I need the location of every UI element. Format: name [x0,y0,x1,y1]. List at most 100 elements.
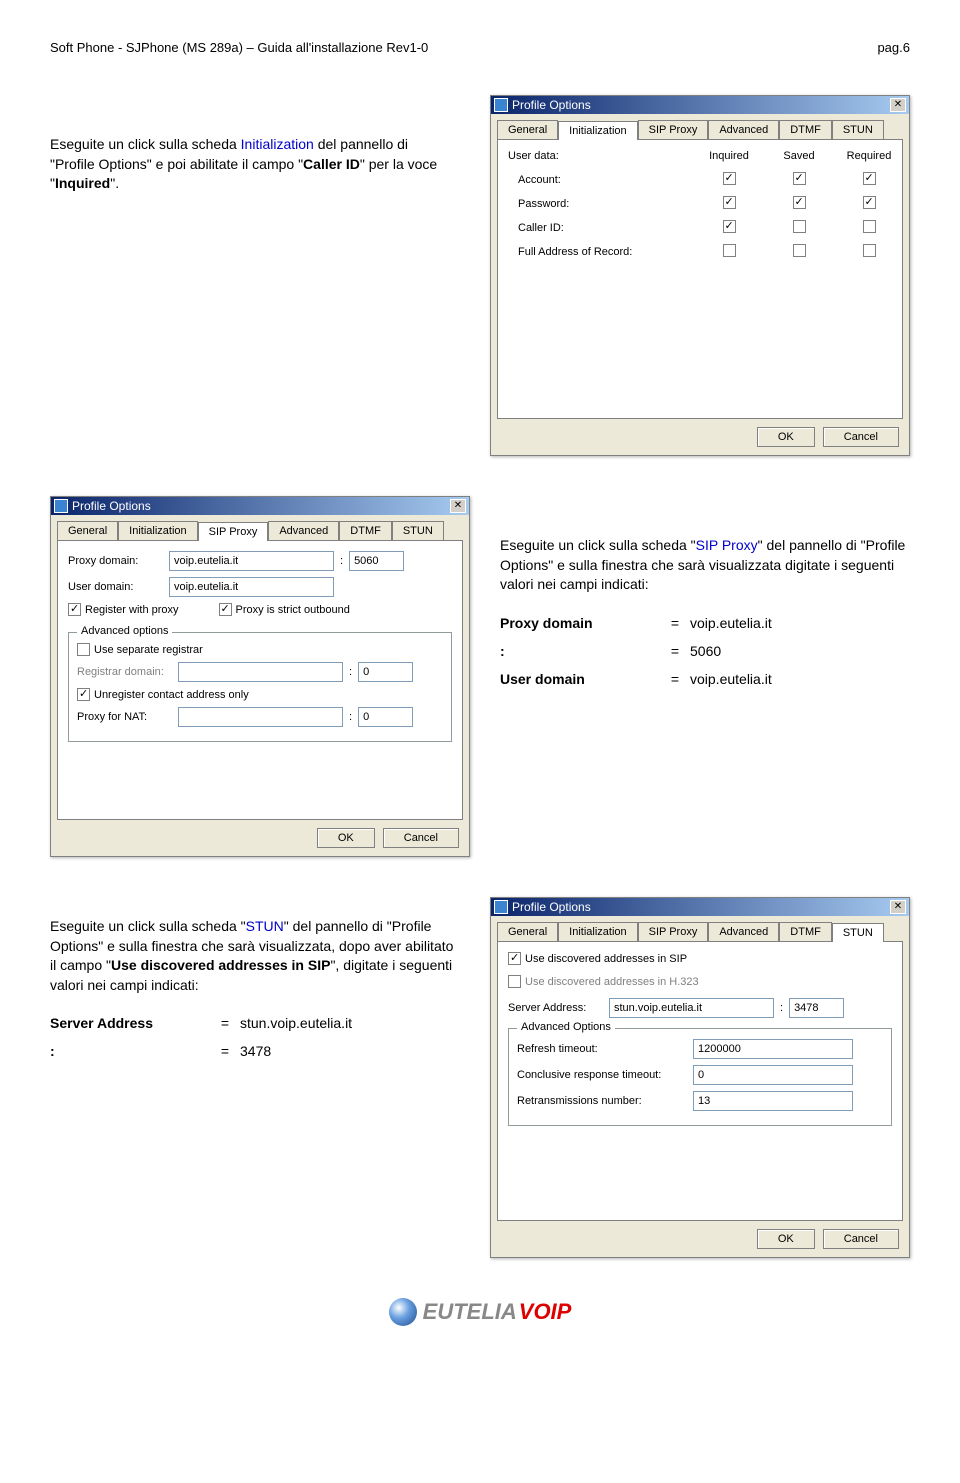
row-caller-id: Caller ID: [508,220,892,236]
header-left: Soft Phone - SJPhone (MS 289a) – Guida a… [50,40,428,55]
dialog-title: Profile Options [72,499,151,513]
proxy-for-nat-input[interactable] [178,707,343,727]
tab-general[interactable]: General [497,120,558,139]
registrar-domain-label: Registrar domain: [77,666,172,678]
checkbox-callerid-required[interactable] [863,220,876,233]
proxy-port-input[interactable] [349,551,404,571]
checkbox-account-required[interactable] [863,172,876,185]
checkbox-fulladdr-saved[interactable] [793,244,806,257]
tab-initialization[interactable]: Initialization [558,121,637,140]
user-domain-input[interactable] [169,577,334,597]
tab-stun[interactable]: STUN [392,521,444,540]
param-server-port: : = 3478 [50,1043,430,1059]
server-port-input[interactable] [789,998,844,1018]
tab-advanced[interactable]: Advanced [708,120,779,139]
profile-options-dialog-initialization: Profile Options ✕ General Initialization… [490,95,910,456]
server-address-label: Server Address: [508,1002,603,1014]
ok-button[interactable]: OK [317,828,375,848]
user-data-label: User data: [508,150,706,162]
checkbox-fulladdr-inquired[interactable] [723,244,736,257]
cancel-button[interactable]: Cancel [383,828,459,848]
app-icon [494,900,508,914]
tab-initialization[interactable]: Initialization [558,922,637,941]
param-user-domain: User domain = voip.eutelia.it [500,671,880,687]
advanced-options-legend: Advanced Options [517,1021,615,1033]
cancel-button[interactable]: Cancel [823,1229,899,1249]
tab-sip-proxy[interactable]: SIP Proxy [638,922,709,941]
registrar-port-input[interactable] [358,662,413,682]
globe-icon [389,1298,417,1326]
row-full-address: Full Address of Record: [508,244,892,260]
ok-button[interactable]: OK [757,1229,815,1249]
close-icon[interactable]: ✕ [890,98,906,112]
checkbox-use-sip[interactable] [508,952,521,965]
checkbox-password-saved[interactable] [793,196,806,209]
close-icon[interactable]: ✕ [890,900,906,914]
conclusive-timeout-input[interactable] [693,1065,853,1085]
retransmissions-input[interactable] [693,1091,853,1111]
tab-stun[interactable]: STUN [832,120,884,139]
checkbox-use-separate-registrar[interactable] [77,643,90,656]
server-address-input[interactable] [609,998,774,1018]
col-saved: Saved [776,150,822,162]
checkbox-register-with-proxy[interactable] [68,603,81,616]
app-icon [494,98,508,112]
tabstrip: General Initialization SIP Proxy Advance… [491,114,909,139]
user-domain-label: User domain: [68,581,163,593]
close-icon[interactable]: ✕ [450,499,466,513]
header-right: pag.6 [877,40,910,55]
app-icon [54,499,68,513]
checkbox-strict-outbound[interactable] [219,603,232,616]
paragraph-sip-proxy: Eseguite un click sulla scheda "SIP Prox… [500,536,910,595]
tab-general[interactable]: General [497,922,558,941]
ok-button[interactable]: OK [757,427,815,447]
footer-logo: EUTELIAVOIP [50,1298,910,1329]
link-sip-proxy: SIP Proxy [696,537,758,553]
tab-stun[interactable]: STUN [832,923,884,942]
tab-dtmf[interactable]: DTMF [779,120,832,139]
proxy-port-label: : [340,555,343,567]
checkbox-account-saved[interactable] [793,172,806,185]
tab-advanced[interactable]: Advanced [268,521,339,540]
col-inquired: Inquired [706,150,752,162]
profile-options-dialog-stun: Profile Options ✕ General Initialization… [490,897,910,1258]
profile-options-dialog-sip-proxy: Profile Options ✕ General Initialization… [50,496,470,857]
tab-general[interactable]: General [57,521,118,540]
tab-advanced[interactable]: Advanced [708,922,779,941]
param-server-address: Server Address = stun.voip.eutelia.it [50,1015,430,1031]
checkbox-account-inquired[interactable] [723,172,736,185]
proxy-domain-input[interactable] [169,551,334,571]
tab-dtmf[interactable]: DTMF [779,922,832,941]
tab-dtmf[interactable]: DTMF [339,521,392,540]
cancel-button[interactable]: Cancel [823,427,899,447]
proxy-for-nat-port-label: : [349,711,352,723]
registrar-port-label: : [349,666,352,678]
proxy-domain-label: Proxy domain: [68,555,163,567]
dialog-title: Profile Options [512,98,591,112]
checkbox-callerid-saved[interactable] [793,220,806,233]
row-account: Account: [508,172,892,188]
checkbox-use-h323[interactable] [508,975,521,988]
titlebar: Profile Options ✕ [491,96,909,114]
dialog-title: Profile Options [512,900,591,914]
link-initialization: Initialization [241,136,314,152]
param-proxy-domain: Proxy domain = voip.eutelia.it [500,615,880,631]
param-proxy-port: : = 5060 [500,643,880,659]
checkbox-password-inquired[interactable] [723,196,736,209]
server-port-label: : [780,1002,783,1014]
checkbox-fulladdr-required[interactable] [863,244,876,257]
retransmissions-label: Retransmissions number: [517,1095,687,1107]
checkbox-password-required[interactable] [863,196,876,209]
checkbox-unregister[interactable] [77,688,90,701]
registrar-domain-input[interactable] [178,662,343,682]
tab-sip-proxy[interactable]: SIP Proxy [638,120,709,139]
paragraph-initialization: Eseguite un click sulla scheda Initializ… [50,135,440,194]
checkbox-callerid-inquired[interactable] [723,220,736,233]
refresh-timeout-input[interactable] [693,1039,853,1059]
tab-initialization[interactable]: Initialization [118,521,197,540]
proxy-for-nat-port-input[interactable] [358,707,413,727]
page-header: Soft Phone - SJPhone (MS 289a) – Guida a… [50,40,910,55]
row-password: Password: [508,196,892,212]
tab-sip-proxy[interactable]: SIP Proxy [198,522,269,541]
col-required: Required [846,150,892,162]
